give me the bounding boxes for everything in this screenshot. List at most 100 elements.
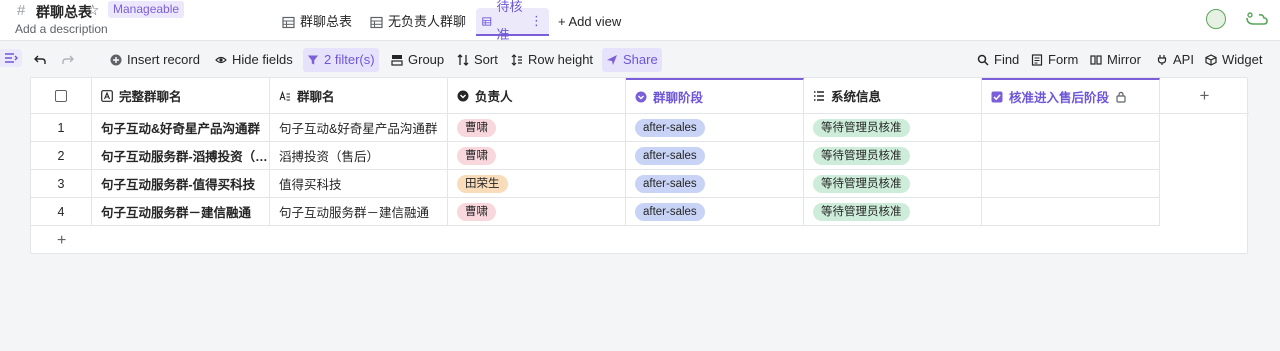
grid-icon [282, 16, 295, 28]
owner-tag: 曹啸 [457, 202, 496, 221]
row-number[interactable]: 3 [31, 170, 92, 198]
sidebar-toggle-button[interactable] [0, 49, 22, 67]
text-field-icon [101, 89, 113, 102]
cell-name[interactable]: 值得买科技 [270, 170, 448, 198]
cloud-icon[interactable] [1243, 9, 1269, 29]
sort-button[interactable]: Sort [453, 48, 502, 72]
cell-stage[interactable]: after-sales [626, 170, 804, 198]
hash-icon: # [17, 2, 26, 19]
share-icon [607, 55, 617, 65]
row-number[interactable]: 1 [31, 114, 92, 142]
cell-system-info[interactable]: 等待管理员核准 [804, 142, 982, 170]
share-label: Share [623, 52, 658, 67]
mirror-label: Mirror [1107, 52, 1141, 67]
tab-label: 无负责人群聊 [388, 14, 467, 29]
undo-button[interactable] [30, 48, 50, 72]
cell-full-name[interactable]: 句子互动服务群-值得买科技 [92, 170, 270, 198]
insert-record-button[interactable]: Insert record [106, 48, 204, 72]
cell-full-name[interactable]: 句子互动服务群-滔搏投资（… [92, 142, 270, 170]
share-button[interactable]: Share [602, 48, 662, 72]
description-field[interactable]: Add a description [15, 22, 108, 36]
cell-approve[interactable] [982, 170, 1160, 198]
plug-icon [1157, 55, 1167, 65]
top-bar: # 群聊总表 ☆ Manageable Add a description 群聊… [0, 0, 1280, 42]
filter-label: 2 filter(s) [324, 52, 375, 67]
info-tag: 等待管理员核准 [813, 174, 910, 193]
row-height-icon [511, 54, 522, 66]
cell-owner[interactable]: 曹啸 [448, 142, 626, 170]
cell-stage[interactable]: after-sales [626, 198, 804, 226]
form-button[interactable]: Form [1027, 48, 1082, 72]
view-toolbar: Insert record Hide fields 2 filter(s) Gr… [0, 40, 1280, 77]
cell-name[interactable]: 句子互动&好奇星产品沟通群 [270, 114, 448, 142]
cell-system-info[interactable]: 等待管理员核准 [804, 198, 982, 226]
table-title[interactable]: 群聊总表 [36, 2, 92, 22]
hide-fields-button[interactable]: Hide fields [211, 48, 297, 72]
mirror-button[interactable]: Mirror [1086, 48, 1145, 72]
stage-tag: after-sales [635, 118, 705, 137]
single-select-icon [457, 90, 469, 101]
info-tag: 等待管理员核准 [813, 202, 910, 221]
undo-icon [34, 55, 46, 64]
sort-label: Sort [474, 52, 498, 67]
widget-button[interactable]: Widget [1201, 48, 1266, 72]
stage-tag: after-sales [635, 146, 705, 165]
search-icon [977, 54, 989, 66]
group-icon [391, 55, 403, 66]
row-number[interactable]: 4 [31, 198, 92, 226]
group-button[interactable]: Group [387, 48, 448, 72]
tab-group-chat-master[interactable]: 群聊总表 [276, 8, 358, 36]
row-height-button[interactable]: Row height [507, 48, 597, 72]
info-tag: 等待管理员核准 [813, 146, 910, 165]
grid-icon [482, 16, 492, 26]
column-header-owner[interactable]: 负责人 [448, 78, 626, 114]
tab-pending-approval[interactable]: 待核准 ⋮ [476, 0, 549, 42]
cell-approve[interactable] [982, 114, 1160, 142]
column-header-system-info[interactable]: 系统信息 [804, 78, 982, 114]
cell-full-name[interactable]: 句子互动&好奇星产品沟通群 [92, 114, 270, 142]
row-number[interactable]: 2 [31, 142, 92, 170]
column-label: 群聊名 [297, 90, 335, 104]
column-header-stage[interactable]: 群聊阶段 [626, 78, 804, 114]
add-row-button[interactable]: + [31, 227, 1160, 255]
column-header-approve[interactable]: 核准进入售后阶段 [982, 78, 1160, 114]
find-label: Find [994, 52, 1020, 67]
owner-tag: 曹啸 [457, 118, 496, 137]
cell-stage[interactable]: after-sales [626, 142, 804, 170]
group-label: Group [408, 52, 445, 67]
more-vertical-icon[interactable]: ⋮ [530, 7, 543, 35]
cell-name[interactable]: 句子互动服务群－建信融通 [270, 198, 448, 226]
grid-icon [370, 16, 383, 28]
cell-approve[interactable] [982, 198, 1160, 226]
stage-tag: after-sales [635, 202, 705, 221]
filter-button[interactable]: 2 filter(s) [303, 48, 379, 72]
cell-name[interactable]: 滔搏投资（售后） [270, 142, 448, 170]
select-all-checkbox[interactable] [31, 78, 92, 114]
eye-icon [215, 56, 227, 64]
add-view-button[interactable]: + Add view [558, 8, 621, 36]
column-header-name[interactable]: 群聊名 [270, 78, 448, 114]
cell-owner[interactable]: 曹啸 [448, 114, 626, 142]
star-icon[interactable]: ☆ [86, 1, 99, 19]
column-header-full-name[interactable]: 完整群聊名 [92, 78, 270, 114]
stage-tag: after-sales [635, 174, 705, 193]
plus-circle-icon [110, 54, 122, 66]
cell-stage[interactable]: after-sales [626, 114, 804, 142]
cell-owner[interactable]: 曹啸 [448, 198, 626, 226]
cell-approve[interactable] [982, 142, 1160, 170]
column-label: 负责人 [475, 90, 513, 104]
avatar[interactable] [1206, 9, 1226, 29]
filter-icon [308, 55, 318, 65]
api-button[interactable]: API [1152, 48, 1198, 72]
cell-full-name[interactable]: 句子互动服务群－建信融通 [92, 198, 270, 226]
find-button[interactable]: Find [973, 48, 1023, 72]
owner-tag: 曹啸 [457, 146, 496, 165]
insert-record-label: Insert record [127, 52, 200, 67]
add-column-button[interactable]: + [1160, 78, 1249, 114]
cell-system-info[interactable]: 等待管理员核准 [804, 170, 982, 198]
redo-button[interactable] [58, 48, 78, 72]
cell-system-info[interactable]: 等待管理员核准 [804, 114, 982, 142]
tab-unassigned-chats[interactable]: 无负责人群聊 [364, 8, 472, 36]
info-tag: 等待管理员核准 [813, 118, 910, 137]
cell-owner[interactable]: 田荣生 [448, 170, 626, 198]
